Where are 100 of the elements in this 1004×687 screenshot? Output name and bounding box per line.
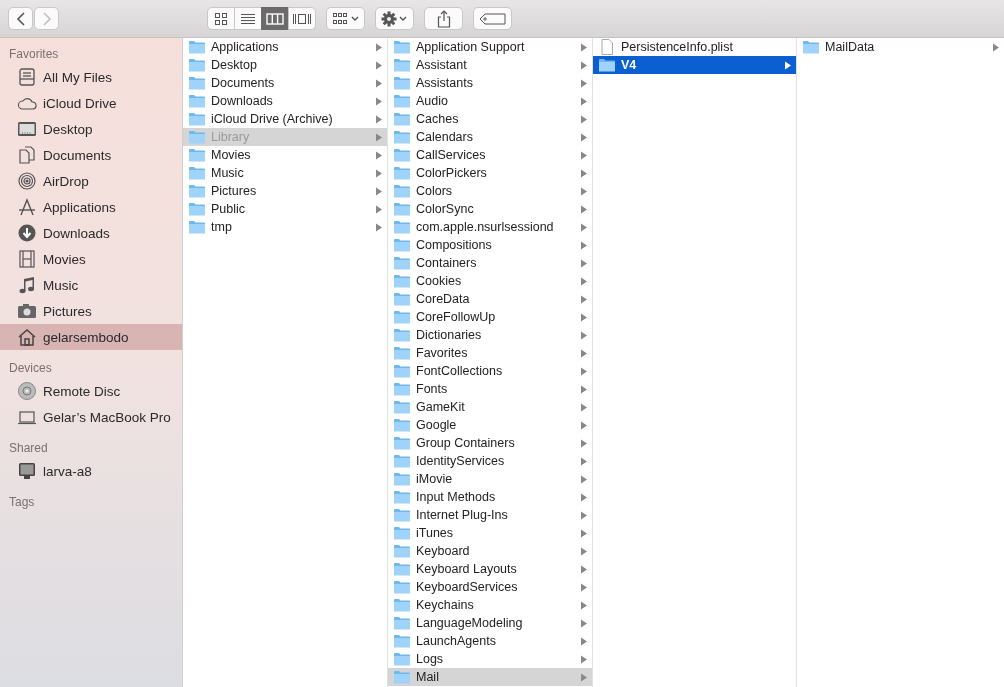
- sidebar-item[interactable]: Remote Disc: [0, 378, 182, 404]
- columns-view-button[interactable]: [261, 7, 289, 30]
- folder-item[interactable]: Applications: [183, 38, 387, 56]
- folder-item[interactable]: Internet Plug-Ins: [388, 506, 592, 524]
- folder-icon: [393, 490, 411, 504]
- folder-icon: [393, 364, 411, 378]
- files-icon: [17, 68, 37, 86]
- sidebar-item[interactable]: larva-a8: [0, 458, 182, 484]
- folder-item[interactable]: FontCollections: [388, 362, 592, 380]
- folder-item[interactable]: Assistants: [388, 74, 592, 92]
- documents-icon: [17, 146, 37, 164]
- folder-item[interactable]: Documents: [183, 74, 387, 92]
- laptop-icon: [17, 408, 37, 426]
- folder-item[interactable]: IdentityServices: [388, 452, 592, 470]
- folder-item[interactable]: Google: [388, 416, 592, 434]
- chevron-left-icon: [15, 11, 26, 26]
- sidebar-item[interactable]: All My Files: [0, 64, 182, 90]
- folder-item[interactable]: ColorSync: [388, 200, 592, 218]
- applications-icon: [17, 198, 37, 216]
- folder-item[interactable]: V4: [593, 56, 796, 74]
- folder-icon: [188, 76, 206, 90]
- coverflow-view-button[interactable]: [288, 7, 316, 30]
- folder-item[interactable]: iTunes: [388, 524, 592, 542]
- folder-item[interactable]: Keyboard Layouts: [388, 560, 592, 578]
- sidebar-item[interactable]: Downloads: [0, 220, 182, 246]
- folder-item[interactable]: iCloud Drive (Archive): [183, 110, 387, 128]
- sidebar-item[interactable]: gelarsembodo: [0, 324, 182, 350]
- folder-item[interactable]: KeyboardServices: [388, 578, 592, 596]
- folder-item[interactable]: Group Containers: [388, 434, 592, 452]
- folder-item[interactable]: CallServices: [388, 146, 592, 164]
- list-icon: [240, 11, 256, 26]
- folder-icon: [393, 598, 411, 612]
- folder-icon: [393, 418, 411, 432]
- list-view-button[interactable]: [234, 7, 262, 30]
- folder-icon: [393, 130, 411, 144]
- folder-item[interactable]: Logs: [388, 650, 592, 668]
- folder-item[interactable]: CoreFollowUp: [388, 308, 592, 326]
- folder-item[interactable]: Application Support: [388, 38, 592, 56]
- sidebar-item[interactable]: Music: [0, 272, 182, 298]
- grid-dropdown-icon: [331, 11, 360, 26]
- folder-item[interactable]: Music: [183, 164, 387, 182]
- folder-item[interactable]: Containers: [388, 254, 592, 272]
- folder-item[interactable]: MailData: [797, 38, 1004, 56]
- folder-icon: [393, 166, 411, 180]
- folder-item[interactable]: LanguageModeling: [388, 614, 592, 632]
- folder-item[interactable]: Movies: [183, 146, 387, 164]
- folder-item[interactable]: Favorites: [388, 344, 592, 362]
- folder-item[interactable]: Pictures: [183, 182, 387, 200]
- icons-view-button[interactable]: [207, 7, 235, 30]
- folder-item[interactable]: com.apple.nsurlsessiond: [388, 218, 592, 236]
- sidebar-item[interactable]: AirDrop: [0, 168, 182, 194]
- home-icon: [17, 328, 37, 346]
- folder-item[interactable]: GameKit: [388, 398, 592, 416]
- folder-item[interactable]: Calendars: [388, 128, 592, 146]
- sidebar-item[interactable]: Movies: [0, 246, 182, 272]
- folder-icon: [393, 292, 411, 306]
- desktop-icon: [17, 120, 37, 138]
- folder-icon: [393, 112, 411, 126]
- folder-item[interactable]: Keychains: [388, 596, 592, 614]
- back-button[interactable]: [8, 7, 33, 30]
- sidebar-item[interactable]: Documents: [0, 142, 182, 168]
- sidebar-item[interactable]: iCloud Drive: [0, 90, 182, 116]
- folder-item[interactable]: Assistant: [388, 56, 592, 74]
- folder-item[interactable]: Audio: [388, 92, 592, 110]
- folder-icon: [598, 58, 616, 72]
- folder-icon: [393, 436, 411, 450]
- folder-item[interactable]: Desktop: [183, 56, 387, 74]
- sidebar-item[interactable]: Desktop: [0, 116, 182, 142]
- folder-item[interactable]: Keyboard: [388, 542, 592, 560]
- share-icon: [436, 9, 451, 28]
- folder-item[interactable]: Compositions: [388, 236, 592, 254]
- share-button[interactable]: [424, 7, 463, 30]
- sidebar-item[interactable]: Applications: [0, 194, 182, 220]
- airdrop-icon: [17, 172, 37, 190]
- folder-item[interactable]: Colors: [388, 182, 592, 200]
- sidebar-item[interactable]: Pictures: [0, 298, 182, 324]
- sidebar-item[interactable]: Gelar’s MacBook Pro: [0, 404, 182, 430]
- folder-item[interactable]: LaunchAgents: [388, 632, 592, 650]
- folder-item[interactable]: CoreData: [388, 290, 592, 308]
- folder-item[interactable]: Cookies: [388, 272, 592, 290]
- folder-item[interactable]: ColorPickers: [388, 164, 592, 182]
- folder-icon: [393, 472, 411, 486]
- folder-item[interactable]: Public: [183, 200, 387, 218]
- monitor-icon: [17, 462, 37, 480]
- arrange-button[interactable]: [326, 7, 365, 30]
- cover-flow-icon: [292, 11, 312, 26]
- folder-icon: [393, 508, 411, 522]
- folder-item[interactable]: Fonts: [388, 380, 592, 398]
- folder-icon: [393, 634, 411, 648]
- folder-item[interactable]: Downloads: [183, 92, 387, 110]
- gear-dropdown-icon: [380, 10, 409, 27]
- action-button[interactable]: [375, 7, 414, 30]
- folder-item[interactable]: tmp: [183, 218, 387, 236]
- folder-item[interactable]: iMovie: [388, 470, 592, 488]
- folder-item[interactable]: Caches: [388, 110, 592, 128]
- folder-icon: [393, 310, 411, 324]
- folder-item[interactable]: Dictionaries: [388, 326, 592, 344]
- folder-item[interactable]: Input Methods: [388, 488, 592, 506]
- file-item[interactable]: PersistenceInfo.plist: [593, 38, 796, 56]
- columns-icon: [266, 11, 284, 26]
